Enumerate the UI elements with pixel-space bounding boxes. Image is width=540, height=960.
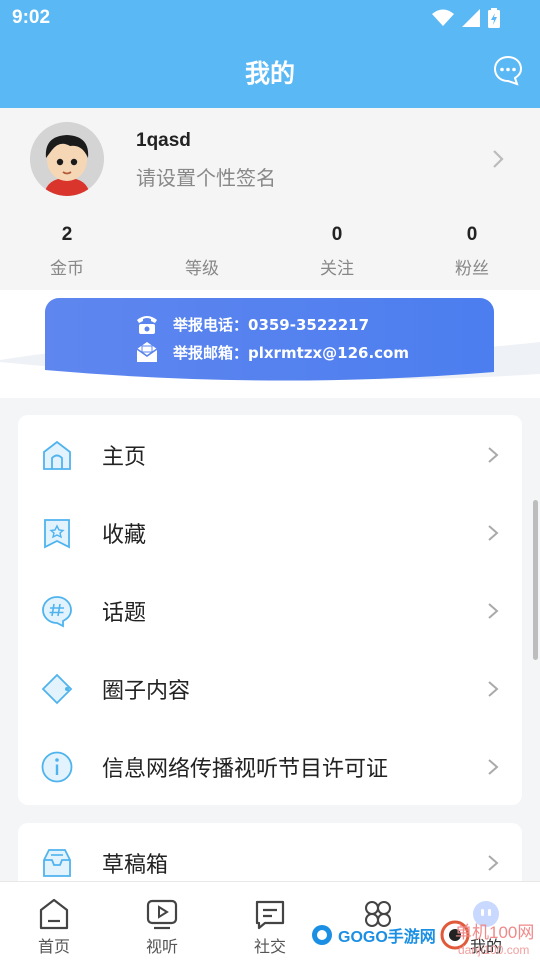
stat-coins[interactable]: 2 金币 — [17, 224, 117, 279]
status-icons — [432, 8, 500, 28]
stat-label: 粉丝 — [455, 259, 489, 279]
topic-hashtag-icon — [42, 596, 72, 628]
menu-item-topics[interactable]: 话题 — [18, 571, 522, 649]
tab-video[interactable]: 视听 — [108, 882, 216, 960]
status-time: 9:02 — [12, 7, 51, 28]
chevron-right-icon — [493, 150, 504, 168]
email-icon — [136, 342, 158, 362]
video-tab-icon — [146, 899, 178, 930]
stat-label: 等级 — [185, 259, 219, 279]
menu-item-label: 话题 — [102, 601, 147, 626]
report-phone-text: 举报电话：0359-3522217 — [173, 315, 370, 334]
profile-section[interactable]: 1qasd 请设置个性签名 2 金币 等级 0 关注 0 粉丝 — [0, 108, 540, 290]
stat-followers[interactable]: 0 粉丝 — [422, 224, 522, 279]
page-title: 我的 — [244, 59, 295, 88]
watermark-left-text: GOGO手游网 — [338, 929, 436, 946]
scrollbar[interactable] — [533, 500, 538, 660]
menu-item-label: 草稿箱 — [102, 853, 169, 878]
tab-label: 首页 — [37, 937, 70, 956]
watermark-gogo: GOGO手游网 — [310, 920, 470, 950]
report-phone-row: 举报电话：0359-3522217 — [135, 313, 369, 335]
menu-item-license[interactable]: 信息网络传播视听节目许可证 — [18, 727, 522, 805]
signature-text: 请设置个性签名 — [136, 166, 276, 190]
avatar-illustration — [30, 122, 104, 196]
menu-item-label: 主页 — [102, 445, 147, 470]
app-header: 9:02 我的 — [0, 0, 540, 108]
circle-diamond-icon — [41, 673, 73, 705]
wifi-icon — [432, 9, 454, 26]
stat-label: 关注 — [320, 259, 354, 279]
report-email-text: 举报邮箱：plxrmtzx@126.com — [173, 343, 409, 362]
bookmark-icon — [44, 519, 70, 549]
social-tab-icon — [255, 900, 285, 930]
chevron-right-icon — [488, 855, 499, 871]
chevron-right-icon — [488, 447, 499, 463]
drafts-box-icon — [43, 849, 71, 877]
profile-stats: 2 金币 等级 0 关注 0 粉丝 — [0, 224, 540, 284]
stat-value — [152, 224, 252, 250]
report-banner[interactable]: 举报电话：0359-3522217 举报邮箱：plxrmtzx@126.com — [45, 298, 494, 382]
watermark-right-text: 单机100网 — [455, 923, 535, 942]
menu-card: 主页 收藏 话题 圈子内容 信息网络传播视听节目许可证 — [18, 415, 522, 805]
tab-label: 社交 — [253, 937, 286, 956]
avatar[interactable] — [30, 122, 104, 196]
menu-item-label: 收藏 — [102, 523, 147, 548]
menu-item-favorites[interactable]: 收藏 — [18, 493, 522, 571]
chevron-right-icon — [488, 681, 499, 697]
tab-social[interactable]: 社交 — [216, 882, 324, 960]
username: 1qasd — [136, 130, 191, 151]
battery-icon — [488, 8, 500, 28]
stat-value: 2 — [61, 224, 73, 245]
signal-icon — [462, 9, 480, 27]
home-tab-icon — [39, 898, 69, 930]
stat-value: 0 — [466, 224, 478, 245]
chevron-right-icon — [488, 603, 499, 619]
message-icon[interactable] — [492, 54, 524, 86]
info-icon — [41, 751, 73, 783]
stat-following[interactable]: 0 关注 — [287, 224, 387, 279]
menu-item-circle-content[interactable]: 圈子内容 — [18, 649, 522, 727]
chevron-right-icon — [488, 759, 499, 775]
stat-value: 0 — [331, 224, 343, 245]
report-email-row: 举报邮箱：plxrmtzx@126.com — [135, 341, 409, 363]
tab-label: 视听 — [145, 937, 178, 956]
banner-background — [45, 298, 494, 381]
menu-item-label: 信息网络传播视听节目许可证 — [102, 757, 389, 782]
status-bar: 9:02 — [0, 0, 540, 36]
tab-home[interactable]: 首页 — [0, 882, 108, 960]
menu-item-home[interactable]: 主页 — [18, 415, 522, 493]
report-banner-section: 举报电话：0359-3522217 举报邮箱：plxrmtzx@126.com — [0, 290, 540, 398]
watermark-right-url: danji100.com — [458, 943, 530, 957]
chevron-right-icon — [488, 525, 499, 541]
gogo-logo-icon — [312, 925, 332, 945]
phone-icon — [137, 316, 157, 334]
stat-level[interactable]: 等级 — [152, 224, 252, 279]
home-icon — [43, 440, 71, 470]
stat-label: 金币 — [50, 259, 84, 279]
menu-item-label: 圈子内容 — [102, 679, 191, 704]
